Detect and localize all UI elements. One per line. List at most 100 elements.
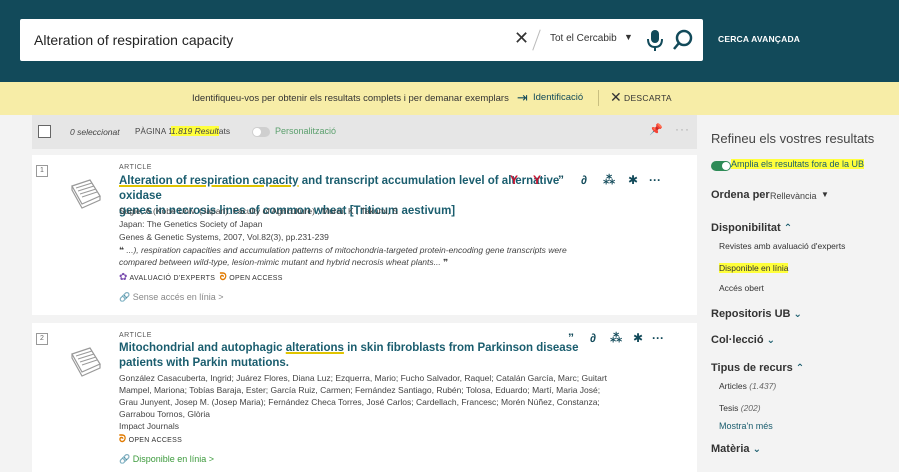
page-indicator: PÀGINA 1 xyxy=(135,127,174,136)
clear-icon[interactable]: ✕ xyxy=(514,28,529,49)
result-authors: Sugie, A.(Kobe Univ. (Japan). Faculty of… xyxy=(119,206,398,216)
sort-label: Ordena per xyxy=(711,189,770,201)
result-publisher: Japan: The Genetics Society of Japan xyxy=(119,219,263,229)
facet-repositories[interactable]: Repositoris UB ⌄ xyxy=(711,308,802,320)
search-divider xyxy=(532,29,541,51)
result-authors-3: Grau Junyent, Josep M. (Josep Maria); Fe… xyxy=(119,397,600,407)
facet-item[interactable]: Accés obert xyxy=(719,283,764,293)
mendeley-icon[interactable]: Y xyxy=(510,173,518,187)
personalize-label[interactable]: Personalització xyxy=(275,126,336,136)
pin-icon[interactable]: ✱ xyxy=(633,331,643,345)
close-icon[interactable]: ✕ xyxy=(610,89,622,106)
badges: ᘐ OPEN ACCESS xyxy=(119,434,182,445)
quote-icon[interactable]: ” xyxy=(558,173,564,187)
search-box[interactable]: Alteration of respiration capacity ✕ Tot… xyxy=(20,19,703,61)
open-access-badge: OPEN ACCESS xyxy=(128,437,183,444)
facet-resource-type-label[interactable]: Tipus de recurs xyxy=(711,362,793,374)
open-access-icon: ᘐ xyxy=(119,434,127,445)
facet-subject[interactable]: Matèria ⌄ xyxy=(711,443,761,455)
link-icon: 🔗 xyxy=(119,454,131,464)
caret-down-icon[interactable]: ▼ xyxy=(624,32,633,42)
expand-results-toggle[interactable] xyxy=(711,161,731,171)
results-count-suffix: ats xyxy=(218,126,231,136)
title-highlight[interactable]: Alteration of respiration capacity xyxy=(119,175,299,187)
facet-item[interactable]: Disponible en línia xyxy=(719,263,789,273)
article-thumbnail-icon xyxy=(71,347,101,377)
chevron-down-icon[interactable]: ⌄ xyxy=(767,335,775,346)
dismiss-button[interactable]: DESCARTA xyxy=(624,93,672,103)
facet-item[interactable]: Revistes amb avaluació d'experts xyxy=(719,241,845,251)
caret-down-icon[interactable]: ▼ xyxy=(821,190,829,199)
scope-select[interactable]: Tot el Cercabib xyxy=(550,33,617,44)
related-icon[interactable]: ⁂ xyxy=(610,331,622,345)
chevron-down-icon[interactable]: ⌄ xyxy=(794,309,802,320)
result-type: ARTICLE xyxy=(119,332,152,339)
title-line2[interactable]: patients with Parkin mutations. xyxy=(119,357,289,369)
more-icon[interactable]: ··· xyxy=(652,331,664,345)
pin-icon[interactable]: ✱ xyxy=(628,173,638,187)
snippet-text-2: compared between wild-type, lesion-mimic… xyxy=(119,257,441,267)
expand-results-label[interactable]: Amplia els resultats fora de la UB xyxy=(731,159,865,169)
advanced-search-link[interactable]: CERCA AVANÇADA xyxy=(718,34,800,44)
result-title[interactable]: Mitochondrial and autophagic alterations… xyxy=(119,341,579,371)
facet-item-count: (202) xyxy=(740,403,761,413)
availability-link[interactable]: 🔗 Disponible en línia > xyxy=(119,454,214,465)
more-icon[interactable]: ··· xyxy=(649,173,661,187)
quote-icon[interactable]: ” xyxy=(568,331,574,345)
login-link[interactable]: Identificació xyxy=(533,92,583,103)
result-number: 2 xyxy=(36,333,48,345)
results-count: 1.819 Resultats xyxy=(171,126,230,136)
banner-message: Identifiqueu-vos per obtenir els resulta… xyxy=(192,93,509,104)
snippet-text-1: ...), respiration capacities and accumul… xyxy=(126,245,567,255)
facet-item-label[interactable]: Tesis xyxy=(719,403,738,413)
related-icon[interactable]: ⁂ xyxy=(603,173,615,187)
result-number: 1 xyxy=(36,165,48,177)
title-highlight[interactable]: alterations xyxy=(286,342,344,354)
sort-select[interactable]: Rellevància xyxy=(770,191,817,201)
facet-item[interactable]: Tesis (202) xyxy=(719,403,761,413)
pin-icon[interactable]: 📌 xyxy=(649,123,663,136)
facet-collection[interactable]: Col·lecció ⌄ xyxy=(711,334,775,346)
chevron-up-icon[interactable]: ⌃ xyxy=(796,363,804,374)
result-card[interactable]: 1 ARTICLE Alteration of respiration capa… xyxy=(32,155,697,315)
facet-item[interactable]: Articles (1.437) xyxy=(719,381,776,391)
link-icon: 🔗 xyxy=(119,292,131,302)
microphone-icon[interactable] xyxy=(644,28,666,52)
availability-label[interactable]: Disponible en línia xyxy=(133,454,207,464)
title-rest[interactable]: in skin fibroblasts from Parkinson disea… xyxy=(344,342,578,354)
sign-in-icon[interactable]: ⇥ xyxy=(517,90,528,106)
badges: ✿ AVALUACIÓ D'EXPERTS ᘐ OPEN ACCESS xyxy=(119,272,283,283)
more-icon[interactable]: ··· xyxy=(675,122,690,136)
result-authors-2: Mampel, Mariona; Tobías Baraja, Ester; G… xyxy=(119,385,601,395)
show-more-link[interactable]: Mostra'n més xyxy=(719,421,773,431)
facet-resource-type[interactable]: Tipus de recurs ⌃ xyxy=(711,362,804,374)
search-icon[interactable] xyxy=(672,28,694,52)
title-pre[interactable]: Mitochondrial and autophagic xyxy=(119,342,286,354)
availability-link[interactable]: 🔗 Sense accés en línia > xyxy=(119,292,224,303)
snippet-line-2: compared between wild-type, lesion-mimic… xyxy=(119,256,679,268)
facet-availability-label[interactable]: Disponibilitat xyxy=(711,222,781,234)
search-input[interactable]: Alteration of respiration capacity xyxy=(34,32,233,48)
facet-subject-label[interactable]: Matèria xyxy=(711,443,750,455)
snippet-line-1: ❝ ...), respiration capacities and accum… xyxy=(119,244,679,256)
availability-label[interactable]: Sense accés en línia xyxy=(133,292,216,302)
permalink-icon[interactable]: ∂ xyxy=(581,173,587,187)
open-access-badge: OPEN ACCESS xyxy=(229,275,283,282)
export-icon[interactable]: Y xyxy=(533,173,541,187)
results-count-number: 1.819 Result xyxy=(171,126,219,136)
select-all-checkbox[interactable] xyxy=(38,125,51,138)
quote-close-icon: ❞ xyxy=(440,257,449,267)
refine-sidebar: Refineu els vostres resultats Amplia els… xyxy=(705,115,899,472)
personalize-toggle[interactable] xyxy=(252,127,270,137)
facet-item-label[interactable]: Articles xyxy=(719,381,747,391)
chevron-down-icon[interactable]: ⌄ xyxy=(753,444,761,455)
selected-count: 0 seleccionat xyxy=(70,127,120,137)
peer-review-badge: AVALUACIÓ D'EXPERTS xyxy=(129,275,216,282)
permalink-icon[interactable]: ∂ xyxy=(590,331,596,345)
result-card[interactable]: 2 ARTICLE Mitochondrial and autophagic a… xyxy=(32,323,697,472)
peer-review-icon: ✿ xyxy=(119,272,128,283)
facet-collection-label[interactable]: Col·lecció xyxy=(711,334,764,346)
facet-availability[interactable]: Disponibilitat ⌃ xyxy=(711,222,792,234)
chevron-up-icon[interactable]: ⌃ xyxy=(784,223,792,234)
facet-repositories-label[interactable]: Repositoris UB xyxy=(711,308,790,320)
